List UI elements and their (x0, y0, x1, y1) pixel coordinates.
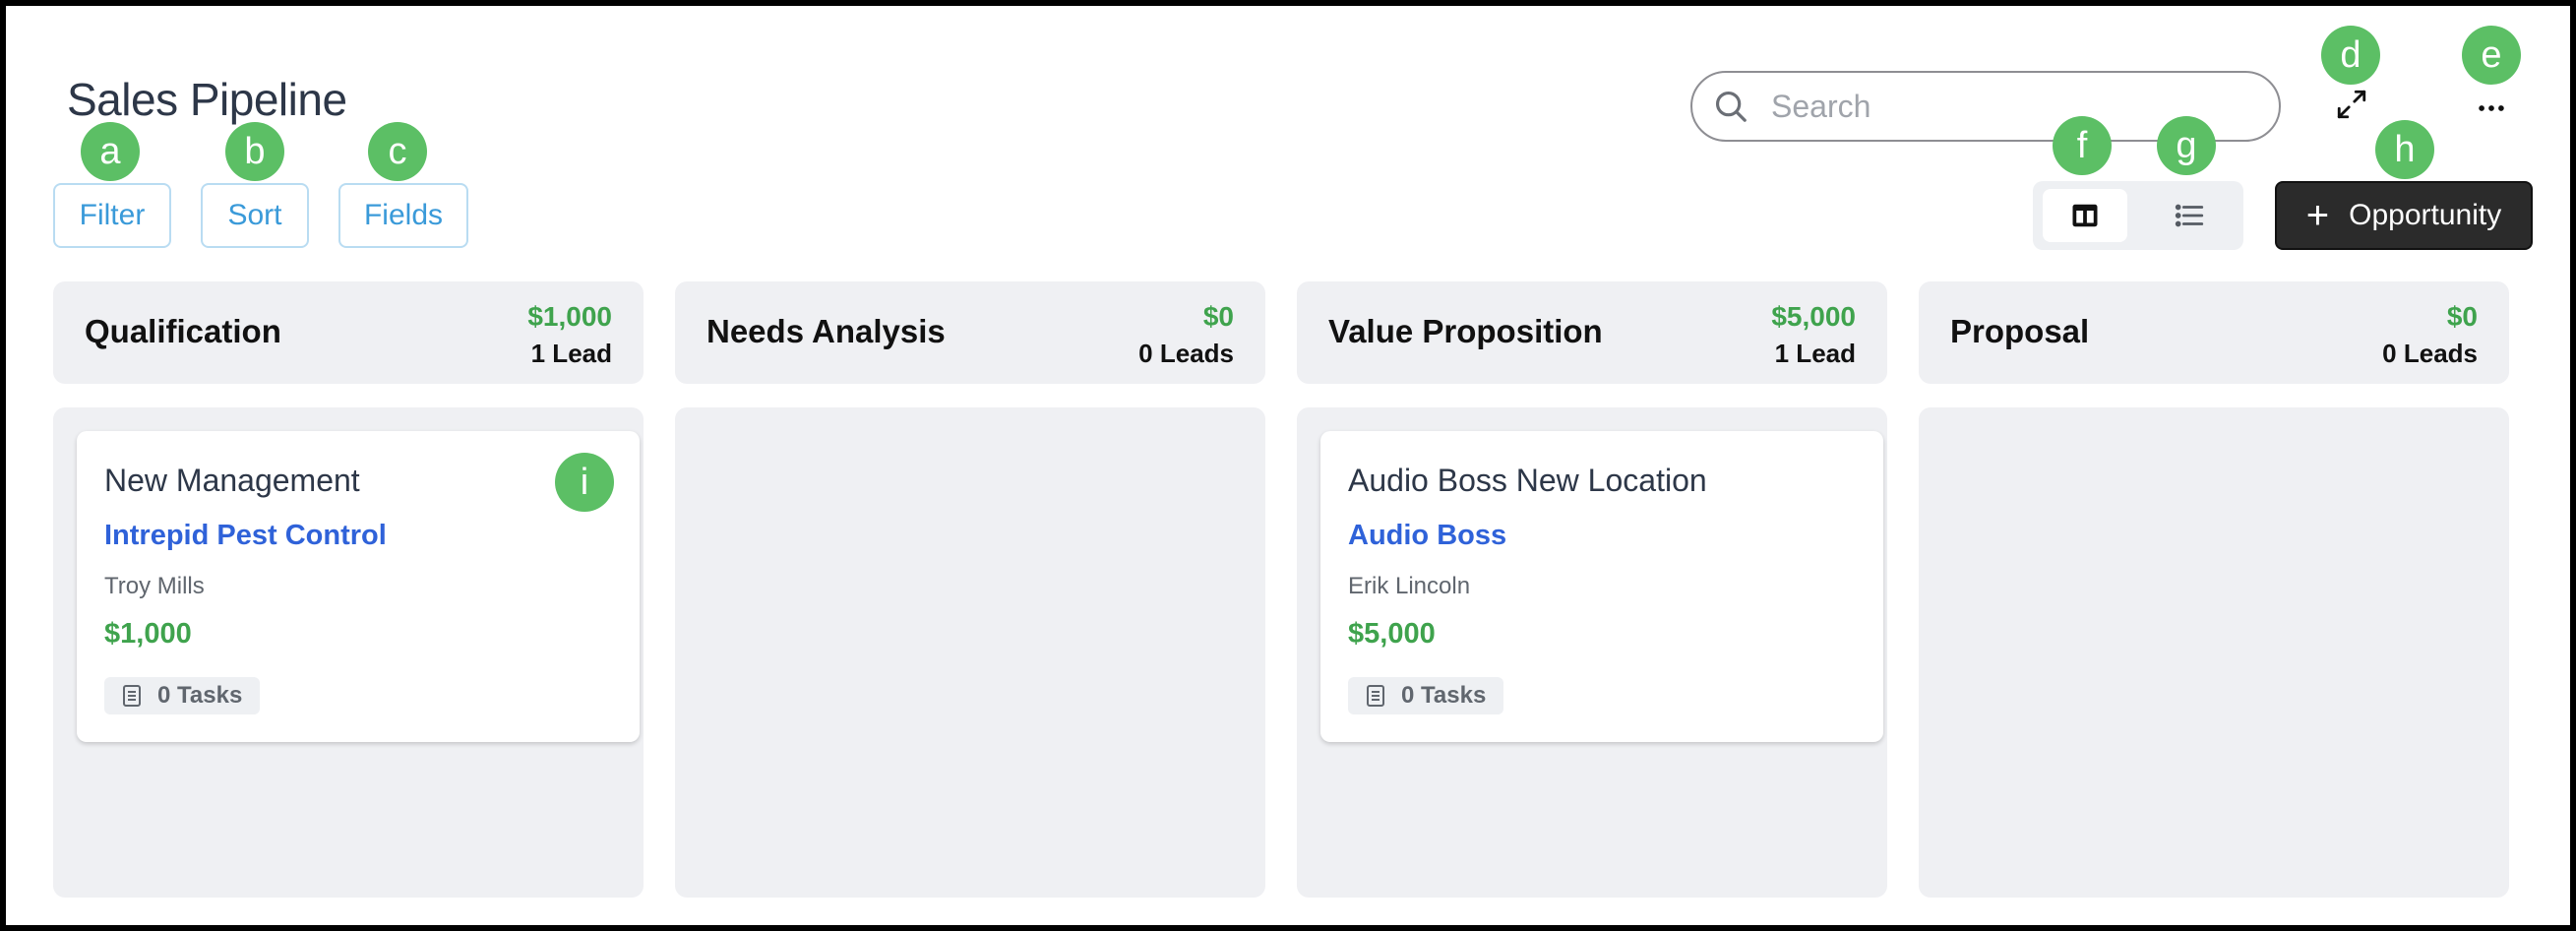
column-amount: $0 (2446, 301, 2478, 332)
plus-icon: + (2305, 194, 2330, 237)
add-opportunity-label: Opportunity (2349, 199, 2502, 231)
list-view-button[interactable] (2147, 189, 2232, 242)
annotation-marker-f: f (2053, 116, 2112, 175)
column-body-proposal[interactable] (1919, 407, 2509, 898)
annotation-marker-h: h (2375, 120, 2434, 179)
column-amount: $5,000 (1771, 301, 1856, 332)
tasks-icon (123, 685, 141, 707)
expand-icon (2337, 90, 2366, 119)
column-lead-count: 1 Lead (1774, 339, 1856, 368)
card-value: $5,000 (1348, 618, 1436, 650)
column-name: Qualification (85, 313, 281, 349)
add-opportunity-button[interactable]: + Opportunity (2275, 181, 2533, 250)
column-header-qualification: Qualification $1,000 1 Lead (53, 281, 644, 384)
card-title: Audio Boss New Location (1348, 463, 1707, 498)
column-amount: $1,000 (527, 301, 612, 332)
card-company-link[interactable]: Intrepid Pest Control (104, 520, 387, 552)
annotation-marker-i: i (555, 453, 614, 512)
column-body-value-proposition[interactable]: Audio Boss New Location Audio Boss Erik … (1297, 407, 1887, 898)
card-contact: Troy Mills (104, 573, 205, 599)
card-tasks-label: 0 Tasks (157, 682, 243, 709)
column-amount: $0 (1202, 301, 1234, 332)
card-value: $1,000 (104, 618, 192, 650)
card-contact: Erik Lincoln (1348, 573, 1471, 599)
sort-button[interactable]: Sort (201, 183, 309, 248)
annotation-marker-d: d (2321, 26, 2380, 85)
board-view-icon (2072, 204, 2098, 227)
list-view-icon (2175, 204, 2204, 227)
annotation-marker-a: a (81, 122, 140, 181)
fields-button[interactable]: Fields (338, 183, 468, 248)
annotation-marker-g: g (2157, 116, 2216, 175)
column-lead-count: 1 Lead (530, 339, 612, 368)
board-view-button[interactable] (2043, 189, 2127, 242)
column-name: Value Proposition (1328, 313, 1603, 349)
view-toggle (2033, 181, 2243, 250)
column-header-needs-analysis: Needs Analysis $0 0 Leads (675, 281, 1265, 384)
annotation-marker-e: e (2462, 26, 2521, 85)
tasks-icon (1367, 685, 1384, 707)
annotation-marker-c: c (368, 122, 427, 181)
card-title: New Management (104, 463, 360, 498)
app-window: Sales Pipeline Filter Sort Fields (0, 0, 2576, 931)
column-lead-count: 0 Leads (1138, 339, 1234, 368)
column-body-needs-analysis[interactable] (675, 407, 1265, 898)
more-options-button[interactable] (2462, 79, 2521, 138)
card-tasks-badge[interactable]: 0 Tasks (1348, 677, 1504, 714)
annotation-marker-b: b (225, 122, 284, 181)
column-header-proposal: Proposal $0 0 Leads (1919, 281, 2509, 384)
card-tasks-label: 0 Tasks (1401, 682, 1487, 709)
column-name: Needs Analysis (706, 313, 946, 349)
page-title: Sales Pipeline (67, 74, 347, 125)
column-lead-count: 0 Leads (2382, 339, 2478, 368)
card-company-link[interactable]: Audio Boss (1348, 520, 1506, 552)
column-name: Proposal (1950, 313, 2090, 349)
filter-button[interactable]: Filter (53, 183, 171, 248)
opportunity-card[interactable]: Audio Boss New Location Audio Boss Erik … (1320, 431, 1883, 742)
card-tasks-badge[interactable]: 0 Tasks (104, 677, 261, 714)
more-horizontal-icon (2479, 105, 2504, 111)
column-header-value-proposition: Value Proposition $5,000 1 Lead (1297, 281, 1887, 384)
search-icon (1715, 91, 1747, 122)
